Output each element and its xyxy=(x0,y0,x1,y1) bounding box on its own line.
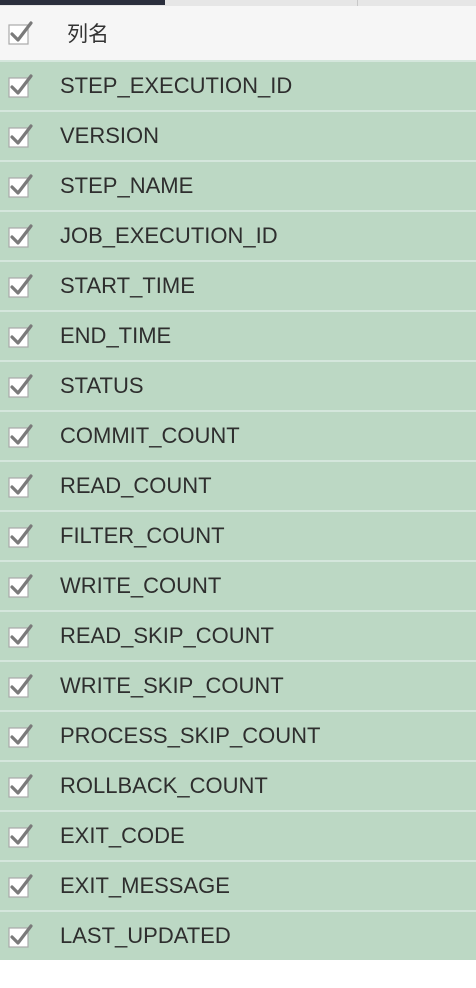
column-checkbox[interactable] xyxy=(7,523,33,549)
column-checkbox[interactable] xyxy=(7,323,33,349)
list-item[interactable]: STEP_EXECUTION_ID xyxy=(0,60,476,110)
column-name-label: READ_COUNT xyxy=(60,473,212,498)
column-checkbox[interactable] xyxy=(7,373,33,399)
checkmark-checkbox-icon xyxy=(8,674,33,698)
checkmark-checkbox-icon xyxy=(8,224,33,248)
list-item[interactable]: STEP_NAME xyxy=(0,160,476,210)
column-name-label: LAST_UPDATED xyxy=(60,923,231,948)
list-item[interactable]: STATUS xyxy=(0,360,476,410)
list-item[interactable]: WRITE_COUNT xyxy=(0,560,476,610)
checkmark-checkbox-icon xyxy=(8,824,33,848)
column-name-header: 列名 xyxy=(67,23,109,46)
list-item[interactable]: COMMIT_COUNT xyxy=(0,410,476,460)
list-item[interactable]: PROCESS_SKIP_COUNT xyxy=(0,710,476,760)
column-checkbox[interactable] xyxy=(7,823,33,849)
active-tab-indicator[interactable] xyxy=(0,0,165,5)
checkmark-checkbox-icon xyxy=(8,624,33,648)
column-name-label: WRITE_COUNT xyxy=(60,573,222,598)
column-name-label: STATUS xyxy=(60,373,144,398)
column-name-label: STEP_NAME xyxy=(60,173,194,198)
list-item[interactable]: END_TIME xyxy=(0,310,476,360)
select-all-checkbox[interactable] xyxy=(7,20,33,46)
checkmark-checkbox-icon xyxy=(8,574,33,598)
column-name-label: FILTER_COUNT xyxy=(60,523,225,548)
checkmark-checkbox-icon xyxy=(8,374,33,398)
column-checkbox[interactable] xyxy=(7,573,33,599)
checkmark-checkbox-icon xyxy=(8,174,33,198)
column-name-label: EXIT_MESSAGE xyxy=(60,873,230,898)
column-name-label: START_TIME xyxy=(60,273,195,298)
column-checkbox[interactable] xyxy=(7,673,33,699)
header-row: 列名 xyxy=(0,6,476,60)
column-name-label: WRITE_SKIP_COUNT xyxy=(60,673,284,698)
list-item[interactable]: EXIT_CODE xyxy=(0,810,476,860)
list-item[interactable]: EXIT_MESSAGE xyxy=(0,860,476,910)
checkmark-checkbox-icon xyxy=(8,874,33,898)
column-name-label: VERSION xyxy=(60,123,160,148)
column-name-label: STEP_EXECUTION_ID xyxy=(60,73,293,98)
checkmark-checkbox-icon xyxy=(8,924,33,948)
column-checkbox[interactable] xyxy=(7,123,33,149)
checkmark-checkbox-icon xyxy=(8,124,33,148)
list-item[interactable]: JOB_EXECUTION_ID xyxy=(0,210,476,260)
checkmark-checkbox-icon xyxy=(8,274,33,298)
column-checkbox[interactable] xyxy=(7,223,33,249)
column-checkbox[interactable] xyxy=(7,273,33,299)
checkmark-checkbox-icon xyxy=(8,724,33,748)
column-name-label: PROCESS_SKIP_COUNT xyxy=(60,723,321,748)
checkmark-checkbox-icon xyxy=(8,474,33,498)
column-checkbox[interactable] xyxy=(7,723,33,749)
list-item[interactable]: WRITE_SKIP_COUNT xyxy=(0,660,476,710)
checkmark-checkbox-icon xyxy=(8,21,33,45)
column-name-label: ROLLBACK_COUNT xyxy=(60,773,268,798)
column-name-label: JOB_EXECUTION_ID xyxy=(60,223,278,248)
list-item[interactable]: START_TIME xyxy=(0,260,476,310)
checkmark-checkbox-icon xyxy=(8,524,33,548)
column-selection-list: 列名 STEP_EXECUTION_ID VERSION STEP_NAME JOB_… xyxy=(0,6,476,960)
checkmark-checkbox-icon xyxy=(8,424,33,448)
list-item[interactable]: VERSION xyxy=(0,110,476,160)
column-name-label: EXIT_CODE xyxy=(60,823,185,848)
checkmark-checkbox-icon xyxy=(8,774,33,798)
list-item[interactable]: FILTER_COUNT xyxy=(0,510,476,560)
column-name-label: COMMIT_COUNT xyxy=(60,423,240,448)
column-checkbox[interactable] xyxy=(7,423,33,449)
checkmark-checkbox-icon xyxy=(8,74,33,98)
list-item[interactable]: LAST_UPDATED xyxy=(0,910,476,960)
column-checkbox[interactable] xyxy=(7,873,33,899)
list-item[interactable]: ROLLBACK_COUNT xyxy=(0,760,476,810)
column-checkbox[interactable] xyxy=(7,473,33,499)
column-checkbox[interactable] xyxy=(7,773,33,799)
list-item[interactable]: READ_SKIP_COUNT xyxy=(0,610,476,660)
column-checkbox[interactable] xyxy=(7,173,33,199)
column-name-label: END_TIME xyxy=(60,323,172,348)
checkmark-checkbox-icon xyxy=(8,324,33,348)
column-checkbox[interactable] xyxy=(7,923,33,949)
column-checkbox[interactable] xyxy=(7,623,33,649)
column-checkbox[interactable] xyxy=(7,73,33,99)
column-name-label: READ_SKIP_COUNT xyxy=(60,623,274,648)
list-item[interactable]: READ_COUNT xyxy=(0,460,476,510)
